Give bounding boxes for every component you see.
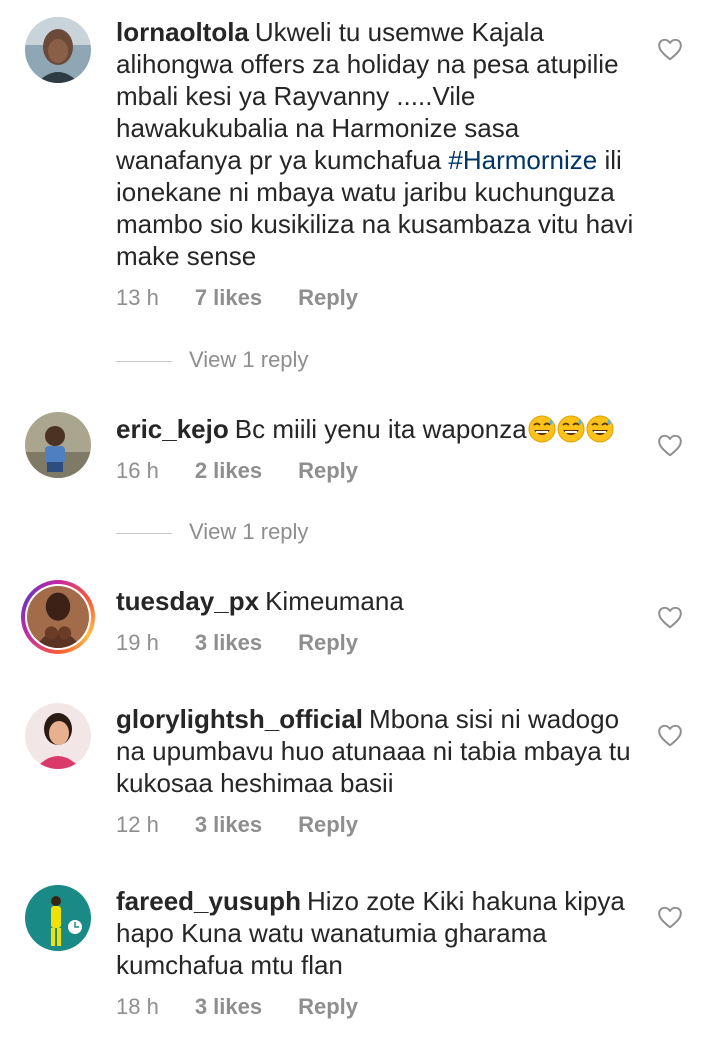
comment-time: 13 h [116,285,159,310]
comment-text: tuesday_px Kimeumana [116,585,641,617]
divider-line [116,361,172,362]
view-replies-label: View 1 reply [189,347,309,372]
heart-outline-icon[interactable] [657,37,683,61]
heart-outline-icon[interactable] [657,723,683,747]
comment-likes[interactable]: 7 likes [195,285,262,310]
comment-meta: 13 h 7 likes Reply [116,285,394,311]
heart-outline-icon[interactable] [657,905,683,929]
divider-line [116,533,172,534]
grinning-sweat-emoji [528,415,556,443]
reply-button[interactable]: Reply [298,994,358,1019]
comment-meta: 12 h 3 likes Reply [116,812,394,838]
grinning-sweat-emoji [557,415,585,443]
comment-username[interactable]: eric_kejo [116,414,229,444]
comment-username[interactable]: glorylightsh_official [116,704,363,734]
grinning-sweat-emoji [586,415,614,443]
comment-username[interactable]: fareed_yusuph [116,886,301,916]
hashtag-link[interactable]: #Harmornize [448,145,597,175]
comment-time: 18 h [116,994,159,1019]
comment-likes[interactable]: 3 likes [195,630,262,655]
comment-meta: 16 h 2 likes Reply [116,458,394,484]
comment-time: 12 h [116,812,159,837]
comment-text: glorylightsh_official Mbona sisi ni wadog… [116,703,641,799]
heart-outline-icon[interactable] [657,433,683,457]
avatar[interactable] [25,17,91,83]
comment-text: lornaoltola Ukweli tu usemwe Kajala aliho… [116,16,641,272]
comment-username[interactable]: lornaoltola [116,17,249,47]
comment-time: 19 h [116,630,159,655]
avatar [25,584,91,650]
comment-username[interactable]: tuesday_px [116,586,259,616]
view-replies-button[interactable]: View 1 reply [116,347,516,377]
avatar[interactable] [25,885,91,951]
view-replies-label: View 1 reply [189,519,309,544]
comment-text: fareed_yusuph Hizo zote Kiki hakuna kipya… [116,885,641,981]
comment-likes[interactable]: 3 likes [195,812,262,837]
reply-button[interactable]: Reply [298,285,358,310]
comment-text: eric_kejo Bc miili yenu ita waponza [116,413,641,445]
comment-body: Bc miili yenu ita waponza [234,414,527,444]
heart-outline-icon[interactable] [657,605,683,629]
comment-likes[interactable]: 3 likes [195,994,262,1019]
avatar-story-ring[interactable] [21,580,95,654]
comment-body: Kimeumana [265,586,404,616]
avatar[interactable] [25,412,91,478]
comment-likes[interactable]: 2 likes [195,458,262,483]
reply-button[interactable]: Reply [298,630,358,655]
comment-time: 16 h [116,458,159,483]
reply-button[interactable]: Reply [298,812,358,837]
comment-meta: 18 h 3 likes Reply [116,994,394,1020]
comment-meta: 19 h 3 likes Reply [116,630,394,656]
reply-button[interactable]: Reply [298,458,358,483]
avatar[interactable] [25,703,91,769]
view-replies-button[interactable]: View 1 reply [116,519,516,549]
